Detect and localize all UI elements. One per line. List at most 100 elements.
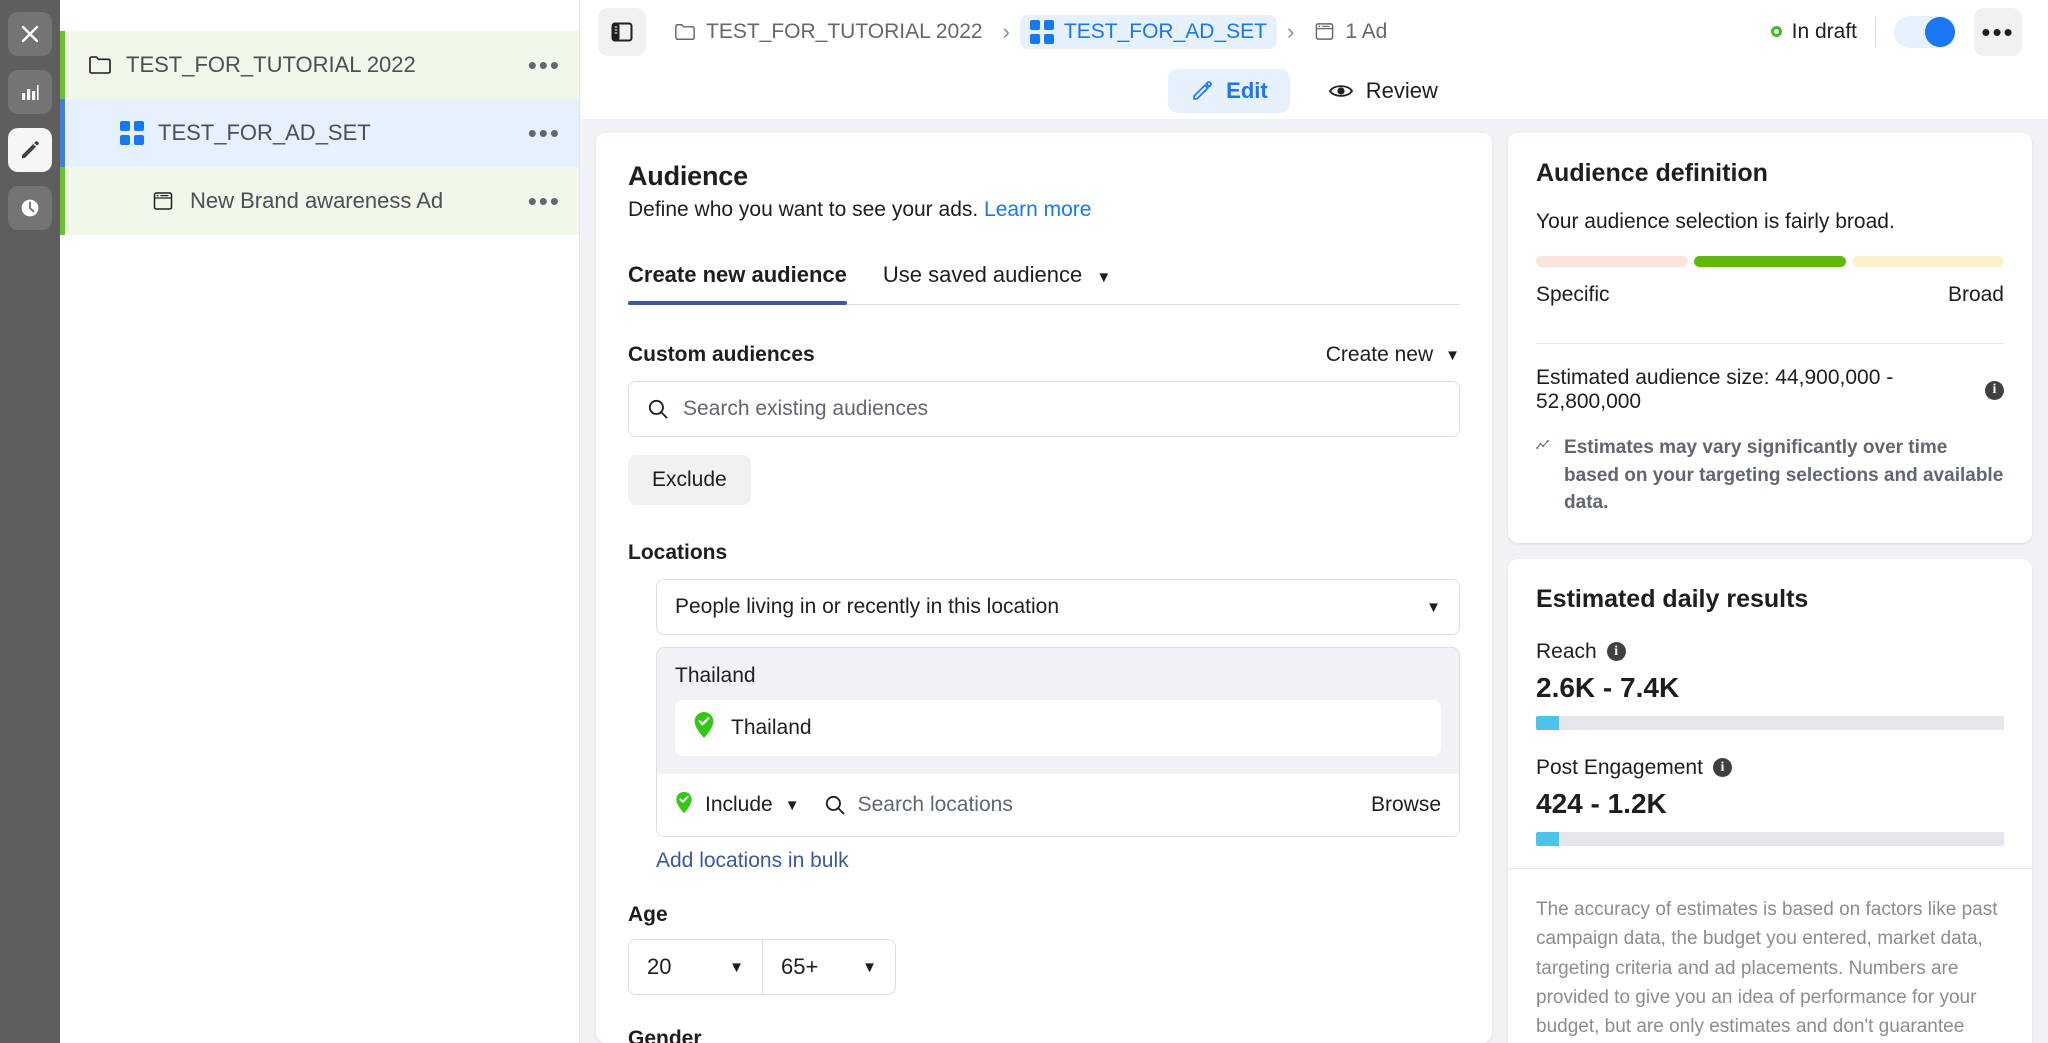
status-badge: In draft: [1771, 20, 1857, 44]
tree-item-campaign[interactable]: TEST_FOR_TUTORIAL 2022 •••: [60, 31, 579, 99]
panel-icon: [609, 19, 635, 45]
search-icon: [824, 794, 846, 816]
location-chip-thailand[interactable]: Thailand: [675, 700, 1441, 756]
subtitle-text: Define who you want to see your ads.: [628, 198, 978, 221]
audience-definition-card: Audience definition Your audience select…: [1508, 133, 2032, 543]
search-placeholder: Search existing audiences: [683, 397, 928, 421]
location-search-input[interactable]: Search locations: [858, 793, 1013, 817]
add-locations-in-bulk-link[interactable]: Add locations in bulk: [656, 849, 849, 873]
info-icon[interactable]: i: [1713, 758, 1732, 777]
activate-toggle[interactable]: [1894, 16, 1956, 48]
page-subtitle: Define who you want to see your ads. Lea…: [628, 198, 1460, 222]
trend-line-icon: [1536, 434, 1550, 456]
audience-definition-summary: Your audience selection is fairly broad.: [1536, 210, 2004, 234]
audience-breadth-meter: [1536, 256, 2004, 267]
search-icon: [647, 398, 669, 420]
tree-item-menu-button[interactable]: •••: [524, 190, 565, 212]
divider: [1536, 343, 2004, 344]
age-max-value: 65+: [781, 954, 818, 980]
chevron-down-icon[interactable]: ▼: [785, 797, 800, 814]
tree-item-label: TEST_FOR_AD_SET: [158, 120, 524, 146]
chart-icon-button[interactable]: [8, 70, 52, 114]
clock-icon: [18, 196, 42, 220]
tab-review-label: Review: [1366, 78, 1438, 104]
pencil-icon: [1190, 79, 1214, 103]
ad-card-icon: [1314, 21, 1335, 42]
close-icon-button[interactable]: [8, 12, 52, 56]
meter-segment-broad: [1852, 256, 2004, 267]
daily-results-title: Estimated daily results: [1536, 585, 2004, 614]
metric-engagement-bar: [1536, 832, 2004, 846]
tree-item-menu-button[interactable]: •••: [524, 122, 565, 144]
location-pin-check-icon: [693, 711, 715, 745]
search-existing-audiences-input[interactable]: Search existing audiences: [628, 381, 1460, 437]
tree-item-label: TEST_FOR_TUTORIAL 2022: [126, 52, 524, 78]
pencil-icon: [18, 138, 42, 162]
top-bar-actions: In draft •••: [1771, 8, 2022, 56]
location-search-row: Include ▼ Search locations Browse: [657, 774, 1459, 836]
chart-icon: [18, 80, 42, 104]
breadcrumb-item-campaign[interactable]: TEST_FOR_TUTORIAL 2022: [664, 15, 993, 49]
locations-label: Locations: [628, 541, 1460, 565]
tab-edit-label: Edit: [1226, 78, 1268, 104]
exclude-button[interactable]: Exclude: [628, 455, 751, 505]
ads-manager-window: TEST_FOR_TUTORIAL 2022 ••• TEST_FOR_AD_S…: [0, 0, 2048, 1043]
estimates-note: Estimates may vary significantly over ti…: [1536, 434, 2004, 517]
status-dot-icon: [1771, 26, 1782, 37]
tree-item-menu-button[interactable]: •••: [524, 54, 565, 76]
age-max-select[interactable]: 65+ ▼: [762, 939, 896, 995]
location-mode-select[interactable]: People living in or recently in this loc…: [656, 579, 1460, 635]
meter-scale-labels: Specific Broad: [1536, 283, 2004, 307]
meter-segment-balanced: [1694, 256, 1846, 267]
learn-more-link[interactable]: Learn more: [984, 198, 1091, 221]
meter-label-broad: Broad: [1948, 283, 2004, 307]
tab-use-saved-audience[interactable]: Use saved audience ▼: [883, 262, 1111, 304]
grid-icon: [120, 121, 146, 145]
clock-icon-button[interactable]: [8, 186, 52, 230]
pencil-icon-button[interactable]: [8, 128, 52, 172]
estimates-side-panel: Audience definition Your audience select…: [1508, 133, 2032, 1043]
chevron-down-icon: ▼: [729, 959, 744, 976]
breadcrumb-separator: ›: [1281, 19, 1300, 45]
estimates-disclaimer: The accuracy of estimates is based on fa…: [1508, 869, 2032, 1043]
browse-locations-button[interactable]: Browse: [1371, 793, 1441, 817]
tree-item-adset[interactable]: TEST_FOR_AD_SET •••: [60, 99, 579, 167]
breadcrumb-label: TEST_FOR_TUTORIAL 2022: [706, 20, 983, 44]
breadcrumb-item-adset[interactable]: TEST_FOR_AD_SET: [1020, 15, 1277, 49]
left-icon-rail: [0, 0, 60, 1043]
tree-accent-bar: [60, 31, 65, 99]
location-chip-label: Thailand: [731, 716, 812, 740]
chevron-down-icon: ▼: [862, 959, 877, 976]
metric-reach-label-row: Reach i: [1536, 640, 2004, 664]
sidebar-toggle-button[interactable]: [598, 8, 646, 56]
status-label: In draft: [1792, 20, 1857, 44]
breadcrumb-label: TEST_FOR_AD_SET: [1064, 20, 1267, 44]
breadcrumb-item-ad[interactable]: 1 Ad: [1304, 15, 1397, 49]
close-icon: [18, 22, 42, 46]
chevron-down-icon: ▼: [1426, 599, 1441, 616]
tree-item-ad[interactable]: New Brand awareness Ad •••: [60, 167, 579, 235]
include-exclude-dropdown[interactable]: Include: [705, 793, 773, 817]
create-new-audience-button[interactable]: Create new ▼: [1326, 343, 1460, 367]
more-options-button[interactable]: •••: [1974, 8, 2022, 56]
estimated-daily-results-card: Estimated daily results Reach i 2.6K - 7…: [1508, 559, 2032, 1043]
tab-edit[interactable]: Edit: [1168, 69, 1290, 113]
breadcrumb-separator: ›: [997, 19, 1016, 45]
info-icon[interactable]: i: [1985, 381, 2004, 400]
estimated-audience-size-label: Estimated audience size: 44,900,000 - 52…: [1536, 366, 1975, 414]
tab-create-new-audience[interactable]: Create new audience: [628, 262, 847, 304]
location-mode-value: People living in or recently in this loc…: [675, 595, 1059, 619]
tree-accent-bar: [60, 99, 65, 167]
metric-engagement-label-row: Post Engagement i: [1536, 756, 2004, 780]
content-body: Audience Define who you want to see your…: [580, 119, 2048, 1043]
grid-icon: [1030, 20, 1054, 44]
tab-label: Use saved audience: [883, 262, 1082, 287]
audience-definition-title: Audience definition: [1536, 159, 2004, 188]
tab-review[interactable]: Review: [1306, 69, 1460, 113]
age-label: Age: [628, 903, 1460, 927]
info-icon[interactable]: i: [1607, 642, 1626, 661]
age-min-select[interactable]: 20 ▼: [628, 939, 762, 995]
custom-audiences-header: Custom audiences Create new ▼: [628, 343, 1460, 367]
create-new-label: Create new: [1326, 343, 1433, 367]
selected-locations-box: Thailand Thailand: [656, 647, 1460, 837]
